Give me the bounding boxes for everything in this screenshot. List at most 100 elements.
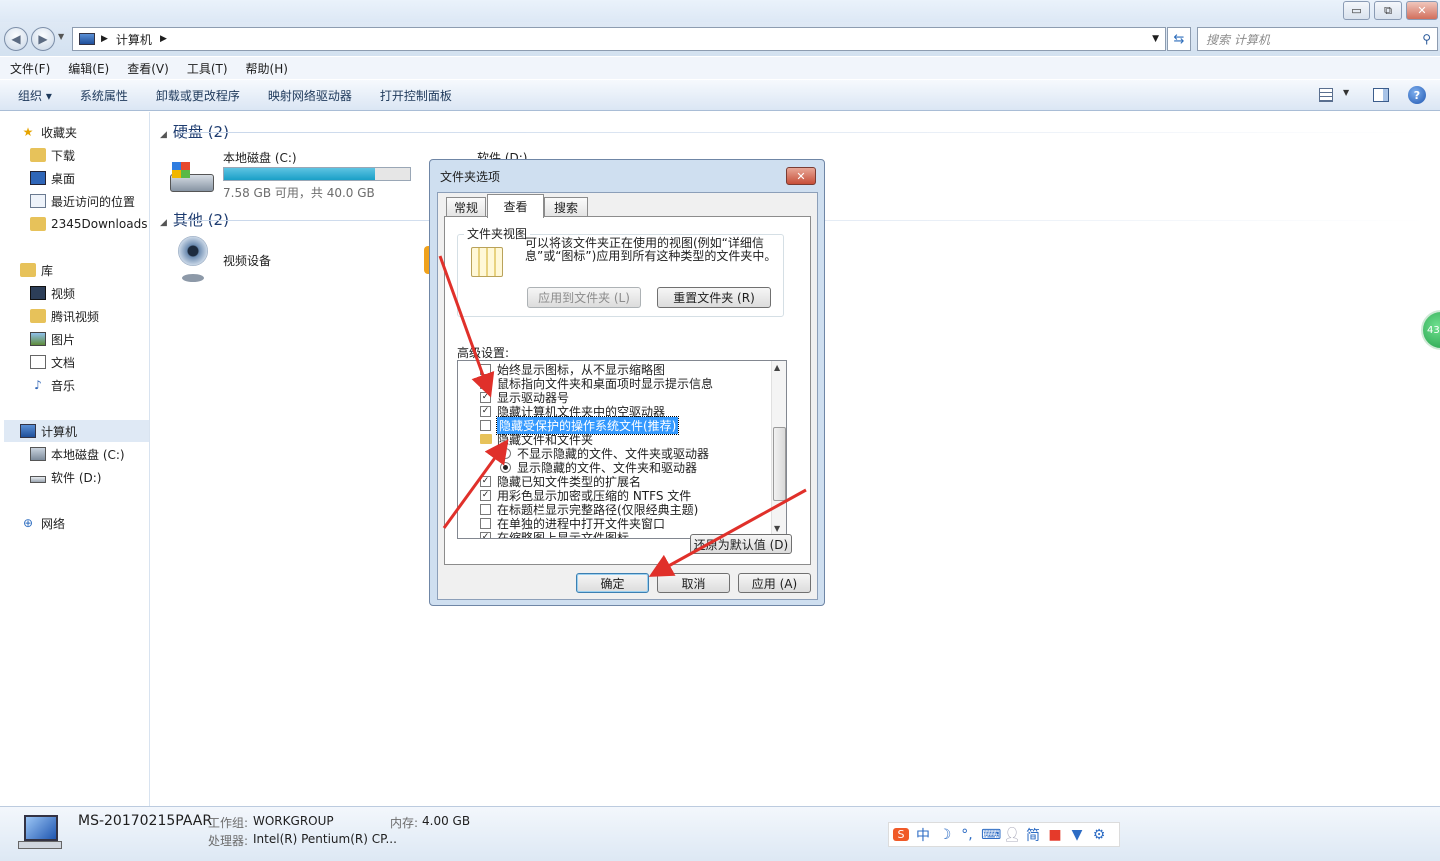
nav-computer[interactable]: 计算机 xyxy=(4,420,149,442)
address-bar[interactable]: ▶ 计算机 ▶ ▼ xyxy=(72,27,1166,51)
forward-button[interactable]: ▶ xyxy=(31,27,55,51)
setting-label: 在缩略图上显示文件图标 xyxy=(497,530,630,539)
apply-to-folders-button[interactable]: 应用到文件夹 (L) xyxy=(527,287,641,308)
nav-recent-places[interactable]: 最近访问的位置 xyxy=(30,190,135,212)
close-button[interactable]: ✕ xyxy=(1406,1,1438,20)
menu-view[interactable]: 查看(V) xyxy=(117,60,177,77)
restore-icon: ⧉ xyxy=(1384,3,1392,17)
computer-icon xyxy=(20,424,36,438)
view-options-icon[interactable] xyxy=(1319,88,1333,102)
refresh-icon: ⇆ xyxy=(1173,31,1185,47)
address-dropdown-icon[interactable]: ▼ xyxy=(1152,34,1159,44)
workgroup-value: WORKGROUP xyxy=(253,814,334,828)
restore-defaults-button[interactable]: 还原为默认值 (D) xyxy=(690,534,792,554)
nav-2345downloads[interactable]: 2345Downloads xyxy=(30,213,147,235)
uninstall-program-button[interactable]: 卸载或更改程序 xyxy=(142,87,254,104)
ime-keyboard-icon[interactable]: ⌨ xyxy=(981,827,1001,843)
scroll-down-icon[interactable]: ▼ xyxy=(774,524,780,533)
back-button[interactable]: ◀ xyxy=(4,27,28,51)
checkbox[interactable] xyxy=(480,419,491,431)
open-control-panel-button[interactable]: 打开控制面板 xyxy=(366,87,466,104)
nav-favorites[interactable]: ★ 收藏夹 xyxy=(20,121,77,143)
window-titlebar: ▭ ⧉ ✕ xyxy=(0,0,1440,22)
floating-assistant-badge[interactable]: 43 xyxy=(1421,310,1440,350)
apply-button[interactable]: 应用 (A) xyxy=(738,573,811,593)
ime-settings-icon[interactable]: ⚙ xyxy=(1091,827,1107,843)
ime-chinese-mode[interactable]: 中 xyxy=(915,825,931,845)
nav-videos[interactable]: 视频 xyxy=(30,282,75,304)
breadcrumb-separator-icon[interactable]: ▶ xyxy=(101,34,108,44)
scroll-thumb[interactable] xyxy=(773,427,786,501)
menu-tools[interactable]: 工具(T) xyxy=(177,60,236,77)
ime-punctuation-icon[interactable]: °, xyxy=(959,827,975,843)
checkbox[interactable] xyxy=(480,363,491,375)
radio-selected[interactable] xyxy=(500,461,511,473)
nav-drive-d[interactable]: 软件 (D:) xyxy=(30,466,101,488)
search-icon[interactable]: ⚲ xyxy=(1422,32,1431,46)
cancel-button[interactable]: 取消 xyxy=(657,573,730,593)
nav-music[interactable]: ♪ 音乐 xyxy=(30,374,75,396)
device-name[interactable]: 视频设备 xyxy=(223,252,271,269)
navigation-pane: ★ 收藏夹 下载 桌面 最近访问的位置 2345Downloads 库 视频 腾讯… xyxy=(0,112,150,806)
minimize-icon: ▭ xyxy=(1351,4,1362,17)
minimize-button[interactable]: ▭ xyxy=(1343,1,1370,20)
help-icon[interactable]: ? xyxy=(1408,86,1426,104)
nav-desktop[interactable]: 桌面 xyxy=(30,167,75,189)
view-dropdown-icon[interactable]: ▼ xyxy=(1343,88,1349,97)
ime-video-icon[interactable]: ■ xyxy=(1047,827,1063,843)
scroll-up-icon[interactable]: ▲ xyxy=(774,363,780,372)
checkbox-checked[interactable]: ✓ xyxy=(480,377,491,389)
breadcrumb-separator-icon[interactable]: ▶ xyxy=(160,34,167,44)
tab-search[interactable]: 搜索 xyxy=(544,197,588,217)
ime-skin-icon[interactable]: ▼ xyxy=(1069,827,1085,843)
breadcrumb-computer[interactable]: 计算机 xyxy=(116,31,152,48)
dialog-title: 文件夹选项 xyxy=(440,170,501,184)
checkbox-checked[interactable]: ✓ xyxy=(480,391,491,403)
settings-scrollbar[interactable]: ▲ ▼ xyxy=(771,361,786,538)
refresh-button[interactable]: ⇆ xyxy=(1167,27,1191,51)
nav-documents[interactable]: 文档 xyxy=(30,351,75,373)
ime-user-icon[interactable]: 👤︎ xyxy=(1003,827,1021,843)
advanced-settings-label: 高级设置: xyxy=(457,346,510,360)
reset-folders-button[interactable]: 重置文件夹 (R) xyxy=(657,287,771,308)
tab-view[interactable]: 查看 xyxy=(487,194,544,218)
checkbox[interactable] xyxy=(480,503,491,515)
ime-toolbar: S 中 ☽ °, ⌨ 👤︎ 简 ■ ▼ ⚙ xyxy=(888,822,1120,847)
menu-edit[interactable]: 编辑(E) xyxy=(58,60,117,77)
cpu-value: Intel(R) Pentium(R) CP... xyxy=(253,832,397,846)
collapse-icon: ◢ xyxy=(160,130,167,140)
setting-row[interactable]: ✓ 在缩略图上显示文件图标 xyxy=(480,530,630,539)
tab-general[interactable]: 常规 xyxy=(446,197,486,217)
ime-logo-icon[interactable]: S xyxy=(893,828,909,841)
checkbox[interactable] xyxy=(480,517,491,529)
nav-drive-c[interactable]: 本地磁盘 (C:) xyxy=(30,443,125,465)
history-dropdown-icon[interactable]: ▼ xyxy=(58,32,64,41)
ok-button[interactable]: 确定 xyxy=(576,573,649,593)
restore-button[interactable]: ⧉ xyxy=(1374,1,1402,20)
radio-button[interactable] xyxy=(500,447,511,459)
checkbox-checked[interactable]: ✓ xyxy=(480,405,491,417)
memory-label: 内存: xyxy=(390,816,419,830)
nav-network[interactable]: ⊕ 网络 xyxy=(20,512,65,534)
nav-libraries[interactable]: 库 xyxy=(20,259,53,281)
checkbox-checked[interactable]: ✓ xyxy=(480,531,491,538)
search-input[interactable]: 搜索 计算机 ⚲ xyxy=(1197,27,1438,51)
nav-downloads[interactable]: 下载 xyxy=(30,144,75,166)
system-properties-button[interactable]: 系统属性 xyxy=(66,87,142,104)
folder-options-dialog: 文件夹选项 ✕ 常规 查看 搜索 文件夹视图 可以将该文件夹正在使用的视图(例如… xyxy=(429,159,825,606)
drive-c-icon[interactable] xyxy=(168,160,216,194)
map-network-drive-button[interactable]: 映射网络驱动器 xyxy=(254,87,366,104)
checkbox-checked[interactable]: ✓ xyxy=(480,475,491,487)
menu-file[interactable]: 文件(F) xyxy=(0,60,58,77)
ime-moon-icon[interactable]: ☽ xyxy=(937,827,953,843)
nav-tencent-video[interactable]: 腾讯视频 xyxy=(30,305,99,327)
drive-c-name[interactable]: 本地磁盘 (C:) xyxy=(223,149,297,166)
preview-pane-icon[interactable] xyxy=(1373,88,1389,102)
webcam-icon[interactable] xyxy=(176,236,210,284)
organize-button[interactable]: 组织 ▾ xyxy=(0,87,66,104)
nav-pictures[interactable]: 图片 xyxy=(30,328,75,350)
ime-simplified-mode[interactable]: 简 xyxy=(1025,825,1041,845)
menu-help[interactable]: 帮助(H) xyxy=(236,60,296,77)
dialog-close-button[interactable]: ✕ xyxy=(786,167,816,185)
checkbox-checked[interactable]: ✓ xyxy=(480,489,491,501)
